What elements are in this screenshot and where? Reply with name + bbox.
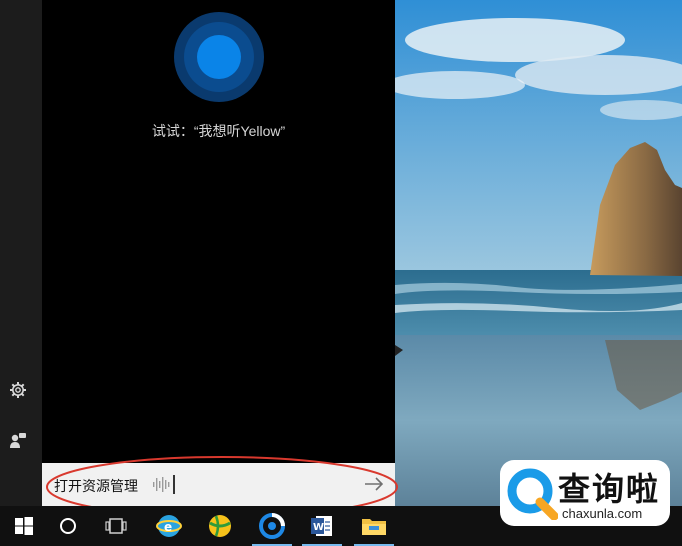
windows-start-icon[interactable] bbox=[0, 506, 48, 546]
cortana-panel: 试试：“我想听Yellow” bbox=[42, 0, 395, 463]
browser-app-icon[interactable]: e bbox=[145, 506, 193, 546]
cortana-circle-icon[interactable] bbox=[44, 506, 92, 546]
svg-text:W: W bbox=[313, 522, 324, 533]
cortana-logo-icon[interactable] bbox=[174, 12, 264, 102]
svg-text:e: e bbox=[164, 520, 172, 534]
file-explorer-icon[interactable] bbox=[350, 506, 398, 546]
text-caret bbox=[173, 475, 175, 494]
cortana-search-box[interactable]: 打开资源管理 bbox=[42, 463, 395, 506]
cortana-sidebar bbox=[0, 0, 42, 506]
ball-app-icon[interactable] bbox=[196, 506, 244, 546]
suggestion-prefix: 试试： bbox=[151, 123, 194, 139]
watermark-q-icon bbox=[507, 468, 558, 520]
settings-icon[interactable] bbox=[8, 380, 28, 400]
watermark-logo: 查询啦 chaxunla.com bbox=[500, 460, 670, 526]
watermark-url: chaxunla.com bbox=[562, 506, 643, 521]
voice-wave-icon bbox=[153, 477, 170, 492]
feedback-icon[interactable] bbox=[8, 430, 28, 450]
chrome-like-browser-icon[interactable] bbox=[248, 506, 296, 546]
watermark-title: 查询啦 bbox=[558, 470, 661, 508]
desktop-wallpaper bbox=[395, 0, 682, 506]
suggestion-text: “我想听Yellow” bbox=[193, 123, 286, 139]
wallpaper-image bbox=[395, 0, 682, 506]
task-view-icon[interactable] bbox=[92, 506, 140, 546]
voice-suggestion: 试试：“我想听Yellow” bbox=[42, 121, 395, 141]
submit-arrow-icon[interactable] bbox=[364, 476, 384, 492]
search-input[interactable]: 打开资源管理 bbox=[54, 476, 138, 496]
word-icon[interactable]: W bbox=[298, 506, 346, 546]
